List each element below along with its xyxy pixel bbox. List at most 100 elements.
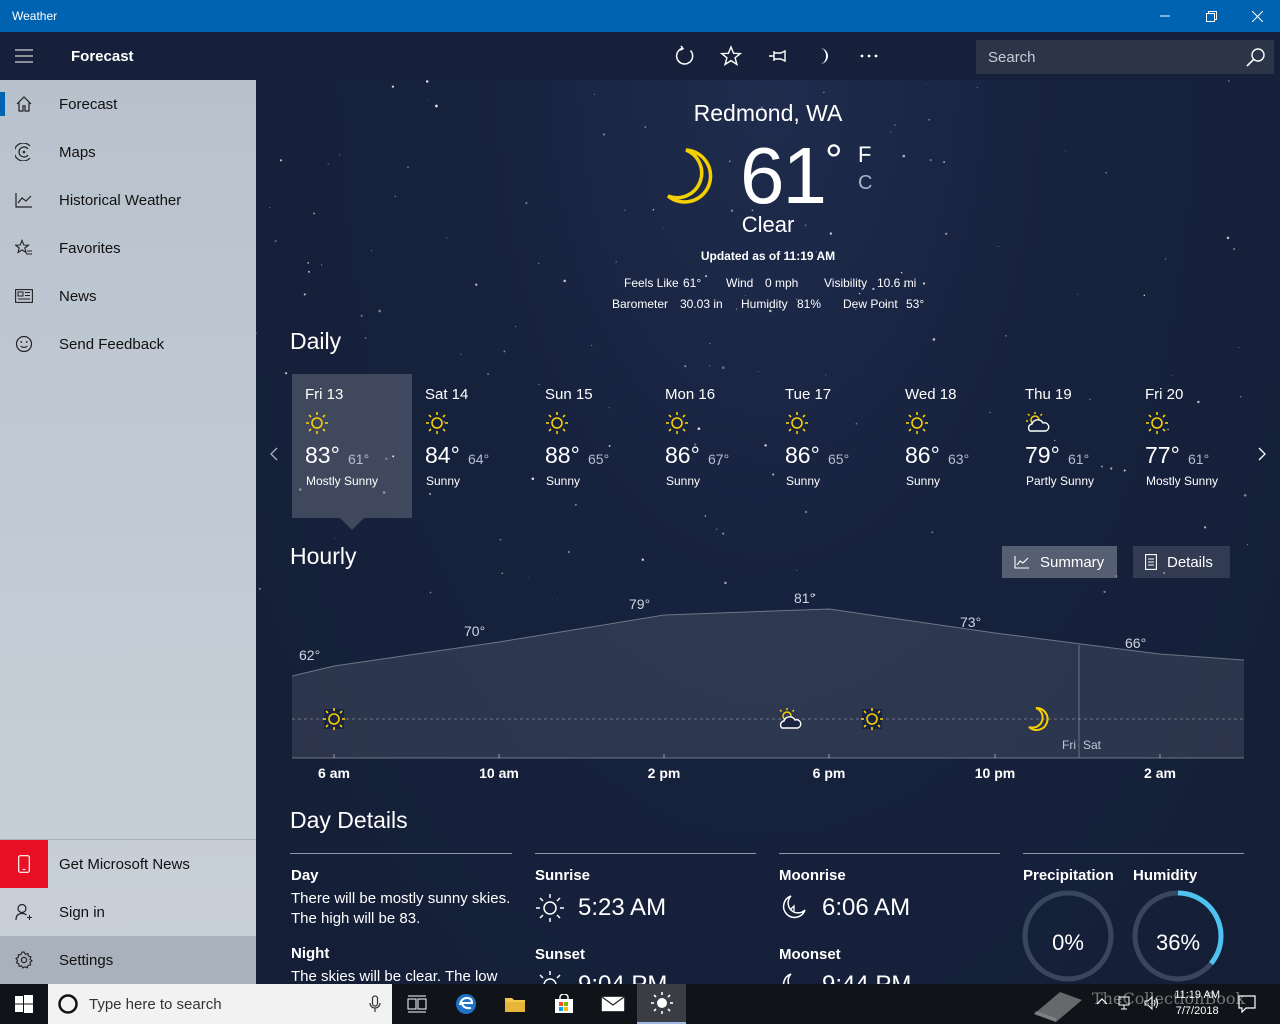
start-button[interactable] <box>0 984 48 1024</box>
minimize-button[interactable] <box>1142 0 1188 32</box>
task-view-button[interactable] <box>392 984 441 1024</box>
theme-button[interactable] <box>800 32 846 80</box>
selection-indicator <box>0 92 5 116</box>
sun-icon <box>323 708 345 730</box>
microphone-icon[interactable] <box>368 995 381 1013</box>
nav-item-forecast[interactable]: Forecast <box>0 80 256 128</box>
toolbar <box>662 32 892 80</box>
taskbar-search-box[interactable]: Type here to search <box>48 984 392 1024</box>
notification-icon <box>1238 995 1256 1014</box>
divider <box>535 853 756 854</box>
store-taskbar-app[interactable] <box>539 984 588 1024</box>
folder-icon <box>504 998 525 1012</box>
more-button[interactable] <box>846 32 892 80</box>
maps-icon <box>15 143 31 161</box>
divider <box>1023 853 1244 854</box>
store-icon <box>554 994 573 1013</box>
day-split-label: Fri <box>1062 738 1076 752</box>
pin-icon <box>769 49 786 63</box>
restore-button[interactable] <box>1188 0 1234 32</box>
sunset-time: 9:04 PM <box>578 971 667 984</box>
title-bar: Weather <box>0 0 1280 32</box>
favorite-button[interactable] <box>708 32 754 80</box>
nav-item-historical-weather[interactable]: Historical Weather <box>0 176 256 224</box>
sun-icon <box>861 708 883 730</box>
network-icon[interactable] <box>1118 996 1134 1010</box>
search-button[interactable] <box>1244 45 1268 69</box>
nav-item-settings[interactable]: Settings <box>0 936 256 984</box>
mail-taskbar-app[interactable] <box>588 984 637 1024</box>
day-split-label: Sat <box>1083 738 1102 752</box>
volume-icon[interactable] <box>1144 996 1160 1010</box>
sunset-icon <box>535 970 565 984</box>
refresh-icon <box>675 45 694 65</box>
nav-item-maps[interactable]: Maps <box>0 128 256 176</box>
close-button[interactable] <box>1234 0 1280 32</box>
nav-label: Sign in <box>59 903 105 921</box>
nav-item-get-microsoft-news[interactable]: Get Microsoft News <box>0 840 256 888</box>
nav-item-favorites[interactable]: Favorites <box>0 224 256 272</box>
nav-item-sign-in[interactable]: Sign in <box>0 888 256 936</box>
windows-logo-icon <box>15 995 33 1013</box>
sunset-label: Sunset <box>535 946 586 963</box>
search-box <box>976 40 1274 74</box>
news-icon <box>15 289 33 303</box>
edge-taskbar-app[interactable] <box>441 984 490 1024</box>
sunrise-icon <box>535 893 565 928</box>
precipitation-value: 0% <box>1052 930 1084 955</box>
action-center-button[interactable] <box>1238 995 1256 1018</box>
moonset-label: Moonset <box>779 946 841 963</box>
sunrise-label: Sunrise <box>535 867 591 884</box>
weather-sun-icon <box>650 992 673 1014</box>
nav-label: Forecast <box>59 95 118 113</box>
hourly-temp-label: 81° <box>794 590 815 606</box>
edge-icon <box>455 994 476 1014</box>
search-icon <box>1246 48 1265 67</box>
chart-icon <box>15 193 32 208</box>
file-explorer-taskbar-app[interactable] <box>490 984 539 1024</box>
divider <box>290 853 512 854</box>
hourly-temperature-chart: 62° 70° 79° 81° 73° 66° Fri Sat <box>291 590 1245 759</box>
weather-taskbar-app[interactable] <box>637 984 686 1024</box>
hour-label: 6 pm <box>812 765 846 781</box>
feedback-icon <box>15 335 33 353</box>
night-description: The skies will be clear. The low <box>291 968 498 984</box>
minimize-icon <box>1160 15 1170 17</box>
cortana-icon <box>58 994 78 1014</box>
weather-app-window: Weather Forecast Search Forecast Maps Hi… <box>0 0 1280 1024</box>
system-tray <box>1096 996 1160 1010</box>
windows-taskbar: Type here to search TheCollectionBook 11… <box>0 984 1280 1024</box>
navigation-pane: Forecast Maps Historical Weather Favorit… <box>0 80 256 984</box>
nav-item-news[interactable]: News <box>0 272 256 320</box>
hour-label: 6 am <box>318 765 350 781</box>
hourly-temp-label: 70° <box>464 623 485 639</box>
home-icon <box>16 96 32 112</box>
search-input[interactable] <box>976 48 1226 66</box>
nav-label: Send Feedback <box>59 335 165 353</box>
system-clock[interactable]: 11:19 AM 7/7/2018 <box>1174 987 1220 1019</box>
divider <box>779 853 1000 854</box>
day-description-line-1: There will be mostly sunny skies. <box>291 890 511 907</box>
nav-label: News <box>59 287 97 305</box>
phone-icon <box>18 855 30 873</box>
moonrise-label: Moonrise <box>779 867 846 884</box>
hamburger-menu-button[interactable] <box>0 32 48 80</box>
hour-label: 10 pm <box>974 765 1016 781</box>
chevron-up-icon[interactable] <box>1096 996 1108 1008</box>
taskbar-search-placeholder: Type here to search <box>89 995 222 1013</box>
nav-label: Historical Weather <box>59 191 182 209</box>
hourly-temp-label: 79° <box>629 596 650 612</box>
hour-label: 2 pm <box>647 765 681 781</box>
window-controls <box>1142 0 1280 32</box>
sunrise-time: 5:23 AM <box>578 894 667 921</box>
hourly-temp-label: 62° <box>299 647 320 663</box>
day-description-line-2: The high will be 83. <box>291 910 421 927</box>
pin-button[interactable] <box>754 32 800 80</box>
section-title: Forecast <box>71 47 134 65</box>
app-bar: Forecast <box>0 32 1280 80</box>
hour-label: 10 am <box>479 765 519 781</box>
humidity-detail-label: Humidity <box>1133 867 1198 884</box>
refresh-button[interactable] <box>662 32 708 80</box>
humidity-detail-value: 36% <box>1155 930 1201 955</box>
nav-item-send-feedback[interactable]: Send Feedback <box>0 320 256 368</box>
